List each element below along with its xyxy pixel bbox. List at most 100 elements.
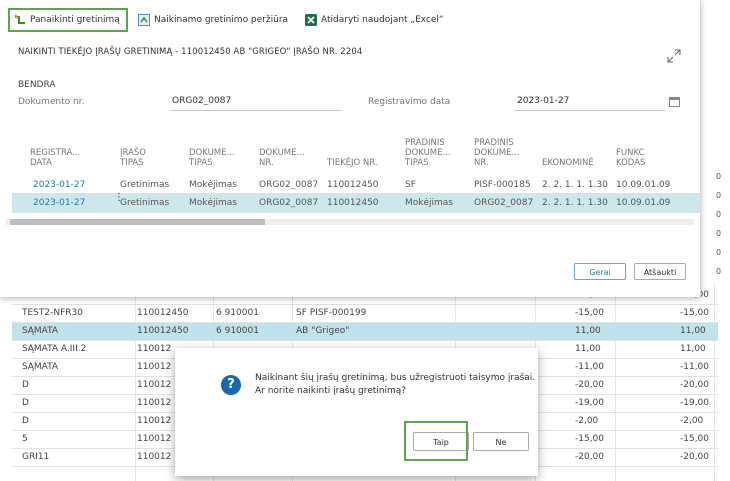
column-header-line: NR. [259,158,274,168]
list-item[interactable]: SĄMATA 110012450 6 910001 AB "Grigeo" 11,00 1… [12,323,718,341]
excel-label: Atidaryti naudojant „Excel“ [321,15,444,25]
calendar-icon[interactable] [669,97,680,107]
question-icon: ? [221,375,241,395]
partial-value: 0 [716,191,722,200]
partial-value: 0 [716,229,722,238]
column-header-line: DOKUME... [189,148,235,158]
registration-date-field[interactable]: 2023-01-27 [515,96,665,111]
scrollbar-thumb[interactable] [10,219,265,225]
list-cell: -19,00 [680,398,710,408]
table-cell: SF [405,180,416,190]
list-cell: 110012 [137,416,172,426]
list-cell: SĄMATA [22,362,59,372]
no-button[interactable]: Ne [473,432,529,451]
column-header[interactable]: REGISTRA... DATA [30,148,80,168]
table-row[interactable]: 2023-01-27 Gretinimas Mokėjimas ORG02_0087 1… [12,193,700,213]
list-cell: -15,00 [680,434,710,444]
list-cell: SF PISF-000199 [296,308,367,318]
column-header[interactable]: EKONOMINĖ [542,158,594,168]
list-cell: -20,00 [680,452,710,462]
yes-highlight [404,421,468,461]
table-cell: Mokėjimas [189,198,237,208]
table-cell: 110012450 [327,198,379,208]
list-cell: 6 910001 [216,326,259,336]
list-cell: 11,00 [575,344,601,354]
column-header-line: PRADINIS [405,138,445,148]
list-cell: -15,00 [680,308,710,318]
list-cell: 5 [22,434,28,444]
unapply-entries-panel: Panaikinti gretinimą Naikinamo gretinimo… [0,0,701,297]
document-no-field[interactable]: ORG02_0087 [170,96,342,111]
column-header-line: TIPAS [189,158,213,168]
table-cell[interactable]: 2023-01-27 [33,180,85,190]
partial-value: 0 [716,172,722,181]
table-cell: Gretinimas [120,180,170,190]
column-header-line: KODAS [616,158,646,168]
column-header-line: TIEKĖJO NR. [327,158,378,168]
list-cell: -15,00 [575,308,605,318]
column-header[interactable]: PRADINIS DOKUME... TIPAS [405,138,451,168]
list-cell: -11,00 [575,362,605,372]
column-header[interactable]: TIEKĖJO NR. [327,158,378,168]
table-cell: 110012450 [327,180,379,190]
column-header-line: TIPAS [120,158,144,168]
column-header-line: NR. [474,158,489,168]
confirm-dialog: ? Naikinant šių įrašų gretinimą, bus užr… [175,348,538,476]
partial-value: 0 [716,210,722,219]
column-header-line: PRADINIS [474,138,514,148]
table-cell: 2. 2. 1. 1. 1.30 [542,180,608,190]
list-cell: 11,00 [575,326,601,336]
column-header-line: REGISTRA... [30,148,81,158]
page-title: NAIKINTI TIEKĖJO ĮRAŠŲ GRETINIMĄ - 11001… [18,47,363,57]
table-cell: ORG02_0087 [259,180,319,190]
expand-icon[interactable] [667,49,681,63]
list-cell: 110012 [137,452,172,462]
list-cell: 110012 [137,344,172,354]
column-header[interactable]: DOKUME... NR. [259,148,305,168]
list-cell: -20,00 [575,452,605,462]
preview-button[interactable]: Naikinamo gretinimo peržiūra [138,10,288,30]
list-cell: -2,00 [575,416,599,426]
list-cell: -19,00 [575,398,605,408]
column-header[interactable]: ĮRAŠO TIPAS [120,148,146,168]
horizontal-scrollbar[interactable] [6,219,694,225]
list-cell: 110012450 [137,326,189,336]
list-cell: -11,00 [680,362,710,372]
dialog-message-line1: Naikinant šių įrašų gretinimą, bus užreg… [255,373,536,383]
column-header-line: ĮRAŠO [120,148,146,158]
list-item[interactable]: TEST2-NFR30 110012450 6 910001 SF PISF-0001… [12,305,718,323]
list-cell: 6 910001 [216,308,259,318]
list-cell: TEST2-NFR30 [22,308,83,318]
table-cell: ORG02_0087 [474,198,534,208]
column-header[interactable]: DOKUME... TIPAS [189,148,235,168]
row-actions-icon[interactable]: ⋮ [114,193,124,211]
list-cell: SĄMATA [22,326,59,336]
list-cell: 110012 [137,380,172,390]
table-cell: Mokėjimas [405,198,453,208]
list-cell: -20,00 [680,380,710,390]
table-cell: 10.09.01.09 [616,180,671,190]
preview-label: Naikinamo gretinimo peržiūra [154,15,289,25]
column-header[interactable]: PRADINIS DOKUME... NR. [474,138,520,168]
column-header-line: DOKUME... [259,148,305,158]
table-cell: Gretinimas [120,198,170,208]
list-cell: SĄMATA A.III.2 [22,344,87,354]
list-cell: D [22,380,29,390]
excel-icon [305,14,317,26]
unapply-icon [14,14,26,26]
cancel-button[interactable]: Atšaukti [634,263,686,280]
column-header-line: DATA [30,158,52,168]
column-header-line: EKONOMINĖ [542,158,594,168]
table-cell[interactable]: 2023-01-27 [33,198,85,208]
unapply-button[interactable]: Panaikinti gretinimą [8,8,128,32]
unapply-label: Panaikinti gretinimą [30,15,120,25]
preview-icon [138,14,150,26]
open-in-excel-button[interactable]: Atidaryti naudojant „Excel“ [305,10,444,30]
partial-value: 0 [716,248,722,257]
list-cell: AB "Grigeo" [296,326,350,336]
ok-button[interactable]: Gerai [574,263,626,280]
column-header[interactable]: FUNKC KODAS [616,148,645,168]
column-header-line: DOKUME... [474,148,520,158]
list-cell: 11,00 [680,344,706,354]
list-cell: -20,00 [575,380,605,390]
